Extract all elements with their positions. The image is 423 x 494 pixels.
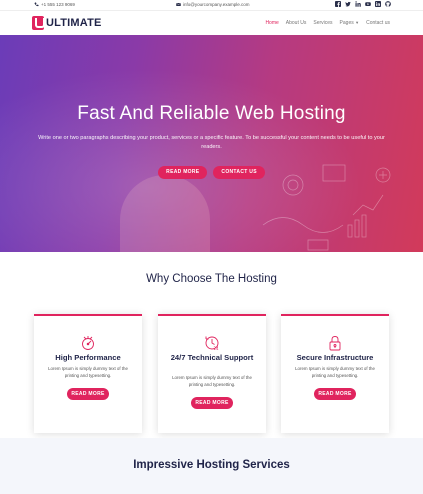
why-section-title: Why Choose The Hosting [146,273,277,285]
social-links [335,1,391,7]
logo-u-icon [32,16,45,30]
card-text: Lorem Ipsum is simply dummy text of the … [172,375,252,387]
phone-contact[interactable]: +1 555 123 9069 [34,2,75,7]
logo-text: ULTIMATE [46,17,102,29]
card-title: High Performance [55,353,121,362]
linkedin-icon[interactable] [355,1,361,7]
linkedin-square-icon[interactable] [375,1,381,7]
youtube-icon[interactable] [365,1,371,7]
performance-icon [82,336,94,350]
support-24-icon: 24 [205,336,220,351]
card-text: Lorem Ipsum is simply dummy text of the … [48,366,128,378]
github-icon[interactable] [385,1,391,7]
hero-subtitle: Write one or two paragraphs describing y… [38,135,385,150]
nav-menu: Home About Us Services Pages ▼ Contact u… [265,20,390,26]
svg-text:24: 24 [214,346,220,351]
lock-icon [329,336,341,351]
twitter-icon[interactable] [345,1,351,7]
nav-item-contact[interactable]: Contact us [366,20,390,26]
read-more-button[interactable]: READ MORE [158,166,208,179]
site-logo[interactable]: ULTIMATE [32,16,102,30]
hero-banner: Fast And Reliable Web Hosting Write one … [0,35,423,252]
contact-us-button[interactable]: CONTACT US [213,166,265,179]
chevron-down-icon: ▼ [355,20,360,25]
card-read-more-button[interactable]: READ MORE [191,397,233,409]
top-bar: +1 555 123 9069 info@yourcompany.example… [0,0,423,10]
email-text: info@yourcompany.example.com [183,2,250,7]
hero-buttons: READ MORE CONTACT US [0,166,423,179]
email-contact[interactable]: info@yourcompany.example.com [176,2,250,7]
card-read-more-button[interactable]: READ MORE [67,388,109,400]
card-text: Lorem Ipsum is simply dummy text of the … [295,366,375,378]
nav-item-about[interactable]: About Us [286,20,307,26]
hero-title: Fast And Reliable Web Hosting [77,103,346,124]
feature-card-support: 24 24/7 Technical Support Lorem Ipsum is… [158,314,266,433]
card-read-more-button[interactable]: READ MORE [314,388,356,400]
nav-item-pages[interactable]: Pages ▼ [340,20,360,26]
card-title: Secure Infrastructure [296,353,374,362]
main-navbar: ULTIMATE Home About Us Services Pages ▼ … [0,10,423,35]
nav-item-pages-label: Pages [339,20,354,26]
nav-item-services[interactable]: Services [313,20,332,26]
feature-card-performance: High Performance Lorem Ipsum is simply d… [34,314,142,433]
services-section-title: Impressive Hosting Services [133,459,290,471]
phone-text: +1 555 123 9069 [41,2,75,7]
nav-item-home[interactable]: Home [265,20,278,26]
facebook-icon[interactable] [335,1,341,7]
envelope-icon [176,2,181,6]
card-title: 24/7 Technical Support [170,353,254,362]
feature-card-security: Secure Infrastructure Lorem Ipsum is sim… [281,314,389,433]
phone-icon [34,2,39,7]
